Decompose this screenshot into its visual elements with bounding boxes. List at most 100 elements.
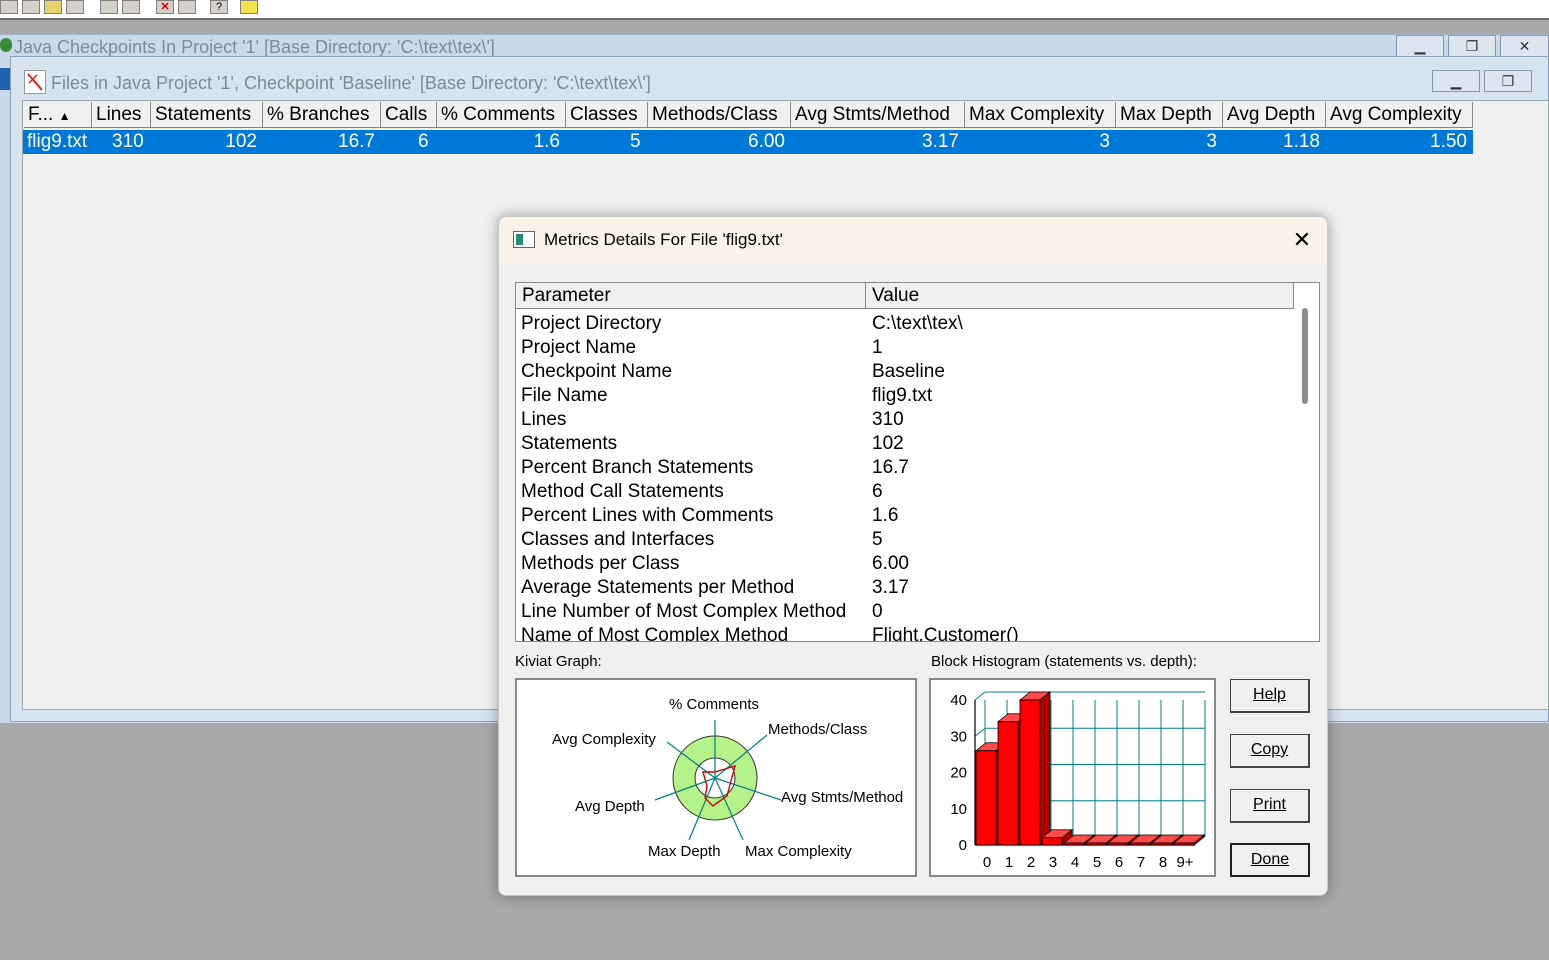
x-tick-label: 1 (1005, 854, 1013, 871)
y-tick-label: 20 (950, 765, 967, 782)
parameter-value: 5 (872, 529, 883, 550)
preview-icon[interactable] (122, 0, 140, 14)
parameter-value: 1 (872, 337, 883, 358)
list-item[interactable]: Line Number of Most Complex Method 0 (516, 600, 1296, 624)
list-item[interactable]: Name of Most Complex Method Flight.Custom… (516, 624, 1296, 641)
inner-minimize-button[interactable]: ▁ (1432, 70, 1480, 92)
list-item[interactable]: Method Call Statements 6 (516, 480, 1296, 504)
parameter-name: Method Call Statements (521, 481, 724, 502)
list-item[interactable]: Methods per Class 6.00 (516, 552, 1296, 576)
metrics-icon[interactable] (240, 0, 258, 14)
parameter-value: 310 (872, 409, 904, 430)
x-tick-label: 2 (1027, 854, 1035, 871)
column-header-avg-depth[interactable]: Avg Depth (1223, 102, 1326, 128)
parameter-value: 1.6 (872, 505, 899, 526)
help-button[interactable]: Help (1230, 679, 1310, 713)
list-item[interactable]: Lines 310 (516, 408, 1296, 432)
histogram-bar (1018, 691, 1052, 846)
parameter-value: 16.7 (872, 457, 909, 478)
close-icon[interactable]: ✕ (1288, 226, 1316, 254)
column-header-methods-class[interactable]: Methods/Class (648, 102, 791, 128)
list-item[interactable]: File Name flig9.txt (516, 384, 1296, 408)
help-cursor-icon[interactable]: ? (210, 0, 228, 14)
list-item[interactable]: Checkpoint Name Baseline (516, 360, 1296, 384)
checkpoints-window-title: Java Checkpoints In Project '1' [Base Di… (14, 37, 495, 57)
column-header-comments[interactable]: % Comments (437, 102, 566, 128)
cell-branches: 16.7 (338, 131, 375, 152)
column-header-statements[interactable]: Statements (151, 102, 263, 128)
done-button[interactable]: Done (1230, 843, 1310, 877)
inner-restore-button[interactable]: ❐ (1484, 70, 1532, 92)
main-toolbar: ✕ ? (0, 0, 1549, 20)
cell-max-depth: 3 (1206, 131, 1217, 152)
block-histogram: 40 30 20 10 0 0 1 2 3 4 5 6 7 8 9+ (929, 678, 1216, 877)
delete-icon[interactable]: ✕ (156, 0, 174, 14)
outer-list-fragment (0, 68, 10, 90)
list-item[interactable]: Project Name 1 (516, 336, 1296, 360)
dialog-title: Metrics Details For File 'flig9.txt' (544, 230, 783, 249)
grid-line (974, 691, 986, 701)
parameter-value: 6 (872, 481, 883, 502)
cell-classes: 5 (630, 131, 641, 152)
column-header-file[interactable]: F... ▲ (24, 102, 92, 128)
column-header-avg-stmts[interactable]: Avg Stmts/Method (791, 102, 965, 128)
grid-line (974, 727, 986, 737)
cell-max-complexity: 3 (1099, 131, 1110, 152)
cell-avg-complexity: 1.50 (1430, 131, 1467, 152)
list-item[interactable]: Average Statements per Method 3.17 (516, 576, 1296, 600)
parameter-name: Average Statements per Method (521, 577, 795, 598)
x-tick-label: 4 (1071, 854, 1079, 871)
kiviat-axis-label: % Comments (669, 696, 760, 713)
column-header-calls[interactable]: Calls (381, 102, 437, 128)
x-tick-label: 8 (1159, 854, 1167, 871)
column-header-max-complexity[interactable]: Max Complexity (965, 102, 1116, 128)
parameter-value: Baseline (872, 361, 945, 382)
parameter-name: Percent Branch Statements (521, 457, 754, 478)
column-header-lines[interactable]: Lines (92, 102, 151, 128)
x-tick-label: 9+ (1176, 854, 1193, 871)
save-icon[interactable] (22, 0, 40, 14)
outer-close-button[interactable]: ✕ (1500, 35, 1549, 57)
column-header-branches[interactable]: % Branches (263, 102, 381, 128)
print-icon[interactable] (100, 0, 118, 14)
cell-avg-stmts: 3.17 (922, 131, 959, 152)
parameter-name: Project Name (521, 337, 637, 358)
list-item[interactable]: Classes and Interfaces 5 (516, 528, 1296, 552)
parameter-name: Line Number of Most Complex Method (521, 601, 847, 622)
list-item[interactable]: Project Directory C:\text\tex\ (516, 312, 1296, 336)
copy-button[interactable]: Copy (1230, 734, 1310, 768)
edit-icon[interactable] (178, 0, 196, 14)
open-icon[interactable] (0, 0, 18, 14)
x-tick-label: 0 (983, 854, 991, 871)
file-list-icon (24, 70, 46, 94)
sort-ascending-icon: ▲ (58, 109, 71, 123)
parameter-value: flig9.txt (872, 385, 933, 406)
x-tick-label: 7 (1137, 854, 1145, 871)
java-app-icon (0, 38, 12, 52)
kiviat-axis-label: Avg Depth (575, 798, 645, 815)
list-item[interactable]: Percent Branch Statements 16.7 (516, 456, 1296, 480)
folder-icon[interactable] (44, 0, 62, 14)
list-item[interactable]: Percent Lines with Comments 1.6 (516, 504, 1296, 528)
list-item[interactable]: Statements 102 (516, 432, 1296, 456)
column-header-max-depth[interactable]: Max Depth (1116, 102, 1223, 128)
column-header-classes[interactable]: Classes (566, 102, 648, 128)
grid-rows: Project Directory C:\text\tex\ Project Nam… (516, 312, 1296, 641)
parameter-name: File Name (521, 385, 608, 406)
print-button[interactable]: Print (1230, 789, 1310, 823)
grid-header-parameter[interactable]: Parameter (516, 283, 866, 309)
dialog-app-icon (513, 231, 535, 248)
grid-header-value[interactable]: Value (866, 283, 1294, 309)
outer-restore-button[interactable]: ❐ (1448, 35, 1496, 57)
grid-scrollbar[interactable] (1302, 308, 1308, 404)
outer-minimize-button[interactable]: ▁ (1396, 35, 1444, 57)
y-tick-label: 30 (950, 728, 967, 745)
parameter-value: 6.00 (872, 553, 909, 574)
cell-file: flig9.txt (27, 131, 88, 152)
cell-comments: 1.6 (533, 131, 560, 152)
disk-icon[interactable] (66, 0, 84, 14)
parameter-value: 0 (872, 601, 883, 622)
column-header-avg-complexity[interactable]: Avg Complexity (1326, 102, 1473, 128)
parameter-value: 3.17 (872, 577, 909, 598)
cell-statements: 102 (225, 131, 257, 152)
